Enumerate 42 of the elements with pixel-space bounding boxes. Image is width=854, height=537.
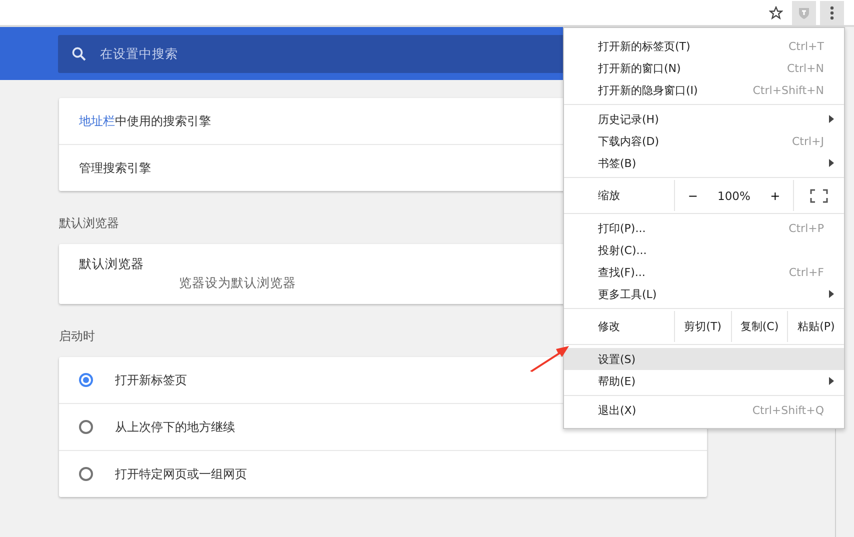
- radio-button[interactable]: [79, 373, 93, 387]
- fullscreen-icon: [810, 188, 828, 202]
- zoom-label: 缩放: [597, 188, 621, 204]
- shortcut-label: Ctrl+P: [788, 222, 824, 234]
- menu-item[interactable]: 历史记录(H): [564, 108, 844, 130]
- shortcut-label: Ctrl+T: [788, 40, 824, 52]
- menu-item[interactable]: 设置(S): [564, 348, 844, 370]
- section-heading: 启动时: [59, 328, 95, 345]
- setting-title: 默认浏览器: [79, 256, 144, 273]
- menu-item[interactable]: 打开新的窗口(N) Ctrl+N: [564, 57, 844, 79]
- menu-item[interactable]: 下载内容(D) Ctrl+J: [564, 130, 844, 152]
- radio-button[interactable]: [79, 467, 93, 481]
- shortcut-label: Ctrl+J: [792, 134, 824, 148]
- section-heading: 默认浏览器: [59, 215, 119, 232]
- edit-button[interactable]: 剪切(T): [674, 311, 731, 342]
- search-icon: [72, 46, 86, 60]
- menu-item[interactable]: 查找(F)... Ctrl+F: [564, 261, 844, 283]
- shortcut-label: Ctrl+F: [788, 266, 824, 278]
- shortcut-label: Ctrl+Shift+Q: [752, 404, 824, 416]
- shortcut-label: Ctrl+Shift+N: [752, 84, 824, 96]
- radio-option[interactable]: 打开特定网页或一组网页: [59, 450, 707, 497]
- setting-description: 览器设为默认浏览器: [179, 275, 296, 292]
- setting-label[interactable]: 管理搜索引擎: [79, 160, 151, 176]
- shortcut-label: Ctrl+N: [786, 62, 824, 74]
- zoom-out-button[interactable]: −: [682, 186, 704, 204]
- edit-label: 修改: [597, 319, 621, 335]
- menu-item[interactable]: 投射(C)...: [564, 239, 844, 261]
- menu-item[interactable]: 帮助(E): [564, 370, 844, 392]
- menu-icon[interactable]: [820, 0, 844, 24]
- edit-button[interactable]: 复制(C): [730, 311, 788, 342]
- radio-button[interactable]: [79, 420, 93, 434]
- menu-item[interactable]: 打开新的标签页(T) Ctrl+T: [564, 35, 844, 57]
- setting-label[interactable]: 地址栏中使用的搜索引擎: [79, 112, 211, 130]
- menu-item[interactable]: 打印(P)... Ctrl+P: [564, 217, 844, 239]
- annotation-arrow: [528, 343, 570, 373]
- menu-item[interactable]: 书签(B): [564, 152, 844, 174]
- search-field[interactable]: 在设置中搜索: [100, 46, 200, 61]
- zoom-value: 100%: [718, 188, 750, 202]
- menu-item[interactable]: 更多工具(L): [564, 283, 844, 305]
- zoom-in-button[interactable]: +: [764, 186, 786, 204]
- menu-item[interactable]: 打开新的隐身窗口(I) Ctrl+Shift+N: [564, 79, 844, 101]
- edit-button[interactable]: 粘贴(P): [787, 311, 844, 342]
